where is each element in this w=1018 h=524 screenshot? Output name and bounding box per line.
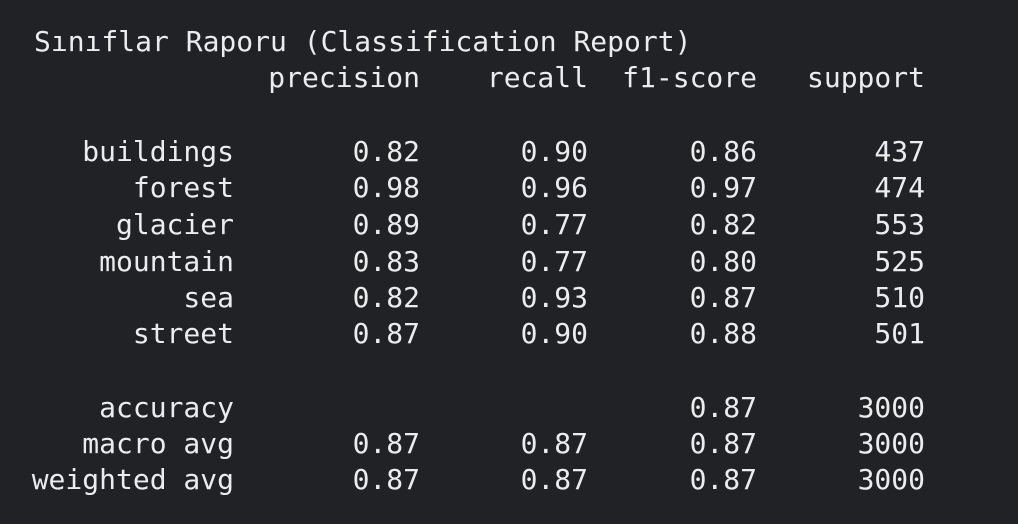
table-row: glacier 0.89 0.77 0.82 553	[0, 207, 1018, 243]
table-row: mountain 0.83 0.77 0.80 525	[0, 244, 1018, 280]
header-row: precision recall f1-score support	[0, 60, 1018, 96]
row-f1-score: 0.87	[689, 281, 757, 314]
row-recall: 0.87	[520, 463, 588, 496]
row-recall: 0.77	[520, 208, 588, 241]
row-label: mountain	[99, 245, 234, 278]
row-precision: 0.98	[352, 171, 420, 204]
row-precision: 0.87	[352, 427, 420, 460]
header-support: support	[806, 61, 925, 94]
row-label: forest	[132, 171, 234, 204]
summary-row-macro-avg: macro avg 0.87 0.87 0.87 3000	[0, 426, 1018, 462]
row-recall	[470, 390, 588, 426]
terminal-output: Sınıflar Raporu (Classification Report) …	[0, 0, 1018, 524]
summary-row-weighted-avg: weighted avg 0.87 0.87 0.87 3000	[0, 462, 1018, 498]
row-f1-score: 0.97	[689, 171, 757, 204]
row-f1-score: 0.87	[689, 391, 757, 424]
row-f1-score: 0.87	[689, 463, 757, 496]
row-precision: 0.87	[352, 463, 420, 496]
header-precision: precision	[268, 61, 420, 94]
row-support: 525	[874, 245, 925, 278]
row-support: 3000	[857, 391, 925, 424]
row-f1-score: 0.86	[689, 135, 757, 168]
row-recall: 0.90	[520, 135, 588, 168]
table-row: street 0.87 0.90 0.88 501	[0, 316, 1018, 352]
table-row: buildings 0.82 0.90 0.86 437	[0, 134, 1018, 170]
header-recall: recall	[486, 61, 588, 94]
table-row: forest 0.98 0.96 0.97 474	[0, 170, 1018, 206]
row-precision: 0.83	[352, 245, 420, 278]
header-f1-score: f1-score	[622, 61, 757, 94]
row-recall: 0.77	[520, 245, 588, 278]
row-support: 437	[874, 135, 925, 168]
summary-row-accuracy: accuracy 0.87 3000	[0, 390, 1018, 426]
row-f1-score: 0.88	[689, 317, 757, 350]
row-precision: 0.82	[352, 281, 420, 314]
row-label: street	[132, 317, 234, 350]
row-recall: 0.87	[520, 427, 588, 460]
row-recall: 0.96	[520, 171, 588, 204]
row-label: glacier	[115, 208, 234, 241]
row-f1-score: 0.82	[689, 208, 757, 241]
row-label: macro avg	[82, 427, 234, 460]
row-label: weighted avg	[31, 463, 234, 496]
row-support: 553	[874, 208, 925, 241]
row-label: sea	[183, 281, 234, 314]
row-support: 501	[874, 317, 925, 350]
row-f1-score: 0.87	[689, 427, 757, 460]
row-precision: 0.87	[352, 317, 420, 350]
row-precision: 0.89	[352, 208, 420, 241]
row-support: 510	[874, 281, 925, 314]
row-f1-score: 0.80	[689, 245, 757, 278]
row-label: buildings	[82, 135, 234, 168]
row-recall: 0.90	[520, 317, 588, 350]
report-title: Sınıflar Raporu (Classification Report)	[34, 25, 692, 58]
table-row: sea 0.82 0.93 0.87 510	[0, 280, 1018, 316]
row-precision: 0.82	[352, 135, 420, 168]
row-support: 3000	[857, 427, 925, 460]
row-label: accuracy	[99, 391, 234, 424]
row-recall: 0.93	[520, 281, 588, 314]
row-support: 3000	[857, 463, 925, 496]
row-support: 474	[874, 171, 925, 204]
row-precision	[250, 390, 420, 426]
